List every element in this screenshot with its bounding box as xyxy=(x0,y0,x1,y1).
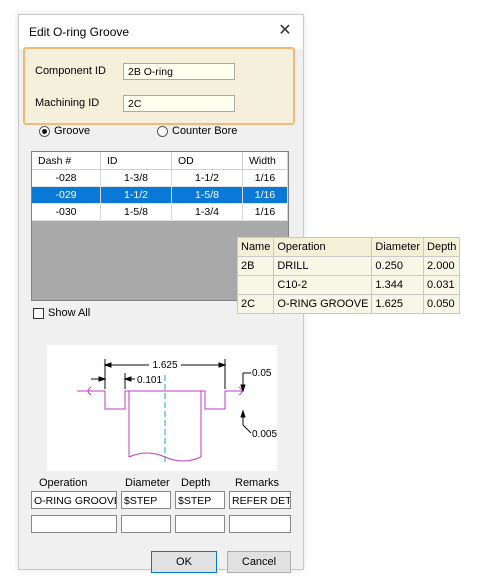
radio-selected-icon xyxy=(39,125,50,137)
op-cell-depth: 2.000 xyxy=(423,256,461,276)
cell-dash: -030 xyxy=(32,203,101,221)
col-header-od: OD xyxy=(171,152,243,170)
col-header-width: Width xyxy=(242,152,288,170)
groove-radio-label: Groove xyxy=(54,125,91,137)
ok-button[interactable]: OK xyxy=(151,551,217,573)
checkbox-icon xyxy=(33,307,44,319)
cell-width: 1/16 xyxy=(242,186,288,204)
op-col-name: Name xyxy=(236,237,275,257)
dialog-title: Edit O-ring Groove xyxy=(29,25,130,39)
dim-depth: 0.05 xyxy=(252,368,272,379)
dim-offset: 0.101 xyxy=(137,375,162,386)
diameter-field[interactable]: $STEP xyxy=(121,491,171,509)
op-cell-operation: O-RING GROOVE xyxy=(273,294,373,314)
dim-overall-width: 1.625 xyxy=(152,360,177,371)
op-cell-operation: C10-2 xyxy=(273,275,373,295)
diameter-field-empty[interactable] xyxy=(121,515,171,533)
cell-id: 1-3/8 xyxy=(100,169,172,187)
op-cell-name xyxy=(236,275,275,295)
table-row-selected[interactable]: -029 1-1/2 1-5/8 1/16 xyxy=(32,186,288,204)
depth-col-label: Depth xyxy=(181,477,211,489)
op-cell-depth: 0.050 xyxy=(423,294,461,314)
operation-field[interactable]: O-RING GROOVE xyxy=(31,491,117,509)
op-cell-name: 2B xyxy=(236,256,275,276)
remarks-field[interactable]: REFER DET xyxy=(229,491,291,509)
table-row: 2B DRILL 0.250 2.000 xyxy=(236,256,461,276)
left-flange-outline xyxy=(77,390,129,410)
depth-field-empty[interactable] xyxy=(175,515,225,533)
machining-id-label: Machining ID xyxy=(35,97,100,109)
remarks-col-label: Remarks xyxy=(235,477,280,489)
show-all-checkbox[interactable]: Show All xyxy=(33,307,90,319)
arrow-offset-icon xyxy=(98,376,107,382)
right-flange-outline xyxy=(201,390,243,410)
col-header-id: ID xyxy=(100,152,172,170)
table-row[interactable]: -030 1-5/8 1-3/4 1/16 xyxy=(32,203,288,221)
cell-od: 1-1/2 xyxy=(171,169,243,187)
dim-radius: 0.005 xyxy=(252,429,277,440)
component-id-label: Component ID xyxy=(35,65,106,77)
groove-radio[interactable]: Groove xyxy=(39,125,90,137)
component-id-field[interactable]: 2B O-ring xyxy=(123,63,235,80)
cell-od: 1-5/8 xyxy=(171,186,243,204)
op-cell-name: 2C xyxy=(236,294,275,314)
show-all-label: Show All xyxy=(48,307,91,319)
remarks-field-empty[interactable] xyxy=(229,515,291,533)
arrow-offset-icon-2 xyxy=(123,376,132,382)
title-bar: Edit O-ring Groove ✕ xyxy=(19,15,303,49)
id-panel: Component ID 2B O-ring Machining ID 2C xyxy=(23,47,295,125)
op-cell-operation: DRILL xyxy=(273,256,373,276)
arrow-left-icon xyxy=(103,362,112,368)
table-row: C10-2 1.344 0.031 xyxy=(236,275,461,295)
op-cell-diameter: 1.625 xyxy=(371,294,425,314)
cell-width: 1/16 xyxy=(242,203,288,221)
arrow-radius-icon xyxy=(240,409,246,418)
depth-field[interactable]: $STEP xyxy=(175,491,225,509)
col-header-dash: Dash # xyxy=(32,152,101,170)
close-icon[interactable]: ✕ xyxy=(273,20,297,42)
counter-bore-radio[interactable]: Counter Bore xyxy=(157,125,237,137)
op-col-diameter: Diameter xyxy=(371,237,425,257)
table-row: 2C O-RING GROOVE 1.625 0.050 xyxy=(236,294,461,314)
operations-table-header: Name Operation Diameter Depth xyxy=(236,237,461,257)
operation-field-empty[interactable] xyxy=(31,515,117,533)
radio-unselected-icon xyxy=(157,125,168,137)
operation-col-label: Operation xyxy=(39,477,88,489)
op-col-depth: Depth xyxy=(423,237,461,257)
op-cell-diameter: 0.250 xyxy=(371,256,425,276)
op-cell-depth: 0.031 xyxy=(423,275,461,295)
cell-od: 1-3/4 xyxy=(171,203,243,221)
radius-leader xyxy=(242,424,252,434)
cell-id: 1-1/2 xyxy=(100,186,172,204)
diameter-col-label: Diameter xyxy=(125,477,170,489)
operations-table: Name Operation Diameter Depth 2B DRILL 0… xyxy=(236,237,461,314)
cell-dash: -029 xyxy=(32,186,101,204)
table-row[interactable]: -028 1-3/8 1-1/2 1/16 xyxy=(32,169,288,187)
cancel-button[interactable]: Cancel xyxy=(227,551,291,573)
cell-id: 1-5/8 xyxy=(100,203,172,221)
cell-width: 1/16 xyxy=(242,169,288,187)
counter-bore-radio-label: Counter Bore xyxy=(172,125,238,137)
op-cell-diameter: 1.344 xyxy=(371,275,425,295)
groove-diagram: 1.625 0.101 0.05 0.005 xyxy=(47,345,277,471)
machining-id-field[interactable]: 2C xyxy=(123,95,235,112)
cell-dash: -028 xyxy=(32,169,101,187)
arrow-right-icon xyxy=(218,362,227,368)
dash-table-header: Dash # ID OD Width xyxy=(32,152,288,170)
op-col-operation: Operation xyxy=(273,237,373,257)
